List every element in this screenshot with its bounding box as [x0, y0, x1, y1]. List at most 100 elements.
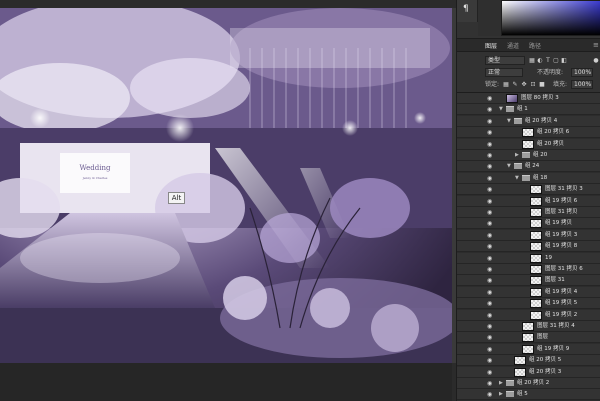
layer-row[interactable]: ◉ 组 19 拷贝 4 [457, 286, 600, 298]
visibility-eye-icon[interactable]: ◉ [487, 118, 495, 125]
visibility-eye-icon[interactable]: ◉ [487, 357, 495, 364]
smart-object-filter-icon[interactable]: ◧ [561, 57, 567, 64]
layer-row[interactable]: ◉ 图层 31 [457, 275, 600, 287]
layer-row[interactable]: ◉ ▼ 组 1 [457, 104, 600, 116]
collapse-arrow-icon[interactable]: ▼ [507, 163, 513, 170]
lock-all-icon[interactable]: ■ [539, 81, 545, 88]
layer-row[interactable]: ◉ 组 19 拷贝 3 [457, 229, 600, 241]
visibility-eye-icon[interactable]: ◉ [487, 255, 495, 262]
color-picker-field[interactable] [501, 0, 600, 36]
visibility-eye-icon[interactable]: ◉ [487, 380, 495, 387]
visibility-eye-icon[interactable]: ◉ [487, 243, 495, 250]
visibility-eye-icon[interactable]: ◉ [487, 323, 495, 330]
right-panels: ¶ 图层 通道 路径 ≡ 类型 ▦ ◐ T ▢ ◧ ● 正常 不透明度: 100… [456, 0, 600, 401]
layer-thumbnail [522, 333, 534, 343]
visibility-eye-icon[interactable]: ◉ [487, 129, 495, 136]
filter-kind-select[interactable]: 类型 [485, 56, 525, 65]
layer-row[interactable]: ◉ 图层 31 拷贝 6 [457, 264, 600, 275]
layer-name: 组 20 拷贝 4 [525, 117, 558, 124]
visibility-eye-icon[interactable]: ◉ [487, 95, 495, 102]
visibility-eye-icon[interactable]: ◉ [487, 232, 495, 239]
layer-row[interactable]: ◉ 组 19 拷贝 5 [457, 298, 600, 310]
layer-row[interactable]: ◉ ▼ 组 24 [457, 161, 600, 173]
layer-row[interactable]: ◉ 组 19 拷贝 [457, 218, 600, 230]
collapse-arrow-icon[interactable]: ▼ [499, 106, 505, 113]
visibility-eye-icon[interactable]: ◉ [487, 369, 495, 376]
lock-position-icon[interactable]: ✥ [521, 81, 527, 88]
visibility-eye-icon[interactable]: ◉ [487, 300, 495, 307]
document-canvas[interactable]: Wedding Jenny & Charles Alt [0, 8, 452, 363]
tab-channels[interactable]: 通道 [507, 41, 519, 52]
visibility-eye-icon[interactable]: ◉ [487, 220, 495, 227]
visibility-eye-icon[interactable]: ◉ [487, 106, 495, 113]
layer-row[interactable]: ◉ 图层 31 拷贝 4 [457, 321, 600, 332]
layer-row[interactable]: ◉ 组 20 拷贝 [457, 138, 600, 150]
lock-transparent-icon[interactable]: ▦ [503, 81, 509, 88]
paragraph-icon[interactable]: ¶ [463, 4, 472, 15]
layer-row[interactable]: ◉ 组 20 拷贝 3 [457, 366, 600, 378]
folder-icon [522, 174, 530, 181]
layer-row[interactable]: ◉ ▼ 组 18 [457, 172, 600, 184]
expand-arrow-icon[interactable]: ▶ [499, 391, 505, 398]
layer-row[interactable]: ◉ 组 19 拷贝 6 [457, 195, 600, 207]
visibility-eye-icon[interactable]: ◉ [487, 277, 495, 284]
visibility-eye-icon[interactable]: ◉ [487, 175, 495, 182]
layer-thumbnail [530, 253, 542, 263]
adjustment-filter-icon[interactable]: ◐ [537, 57, 543, 64]
visibility-eye-icon[interactable]: ◉ [487, 334, 495, 341]
panel-menu-icon[interactable]: ≡ [593, 41, 599, 49]
layer-name: 图层 31 拷贝 4 [537, 323, 575, 329]
blend-mode-select[interactable]: 正常 [485, 68, 523, 77]
layer-thumbnail [506, 94, 518, 103]
layer-row[interactable]: ◉ ▶ 组 20 拷贝 2 [457, 378, 600, 389]
visibility-eye-icon[interactable]: ◉ [487, 266, 495, 273]
visibility-eye-icon[interactable]: ◉ [487, 289, 495, 296]
layer-row[interactable]: ◉ 组 19 拷贝 8 [457, 241, 600, 253]
layer-name: 组 5 [517, 391, 528, 398]
layer-name: 组 19 拷贝 2 [545, 311, 578, 318]
layer-name: 图层 31 [545, 277, 565, 284]
shape-filter-icon[interactable]: ▢ [553, 57, 559, 64]
layer-thumbnail [530, 242, 542, 252]
layer-row[interactable]: ◉ 图层 31 拷贝 3 [457, 184, 600, 196]
type-filter-icon[interactable]: T [545, 57, 551, 64]
visibility-eye-icon[interactable]: ◉ [487, 312, 495, 319]
tab-paths[interactable]: 路径 [529, 41, 541, 52]
layer-name: 图层 31 拷贝 6 [545, 266, 583, 272]
layer-row[interactable]: ◉ 组 20 拷贝 6 [457, 127, 600, 139]
visibility-eye-icon[interactable]: ◉ [487, 163, 495, 170]
layer-row[interactable]: ◉ ▶ 组 20 [457, 150, 600, 161]
visibility-eye-icon[interactable]: ◉ [487, 141, 495, 148]
mini-toolbar[interactable]: ¶ [457, 0, 478, 22]
fill-input[interactable]: 100% [571, 80, 593, 89]
layer-name: 组 19 拷贝 6 [545, 197, 578, 204]
collapse-arrow-icon[interactable]: ▼ [515, 175, 521, 182]
layer-row[interactable]: ◉ 组 19 拷贝 2 [457, 309, 600, 321]
layer-row[interactable]: ◉ ▼ 组 20 拷贝 4 [457, 115, 600, 127]
visibility-eye-icon[interactable]: ◉ [487, 198, 495, 205]
expand-arrow-icon[interactable]: ▶ [499, 380, 505, 387]
layer-row[interactable]: ◉ ▶ 组 5 [457, 389, 600, 401]
visibility-eye-icon[interactable]: ◉ [487, 209, 495, 216]
layer-thumbnail [514, 367, 526, 377]
pixel-filter-icon[interactable]: ▦ [529, 57, 535, 64]
visibility-eye-icon[interactable]: ◉ [487, 152, 495, 159]
layer-row[interactable]: ◉ 图层 [457, 332, 600, 344]
layer-row[interactable]: ◉ 组 19 拷贝 9 [457, 343, 600, 355]
layer-thumbnail [530, 287, 542, 297]
layer-row[interactable]: ◉ 图层 31 拷贝 [457, 207, 600, 218]
layer-row[interactable]: ◉ 组 20 拷贝 5 [457, 355, 600, 367]
layer-row[interactable]: ◉ 19 [457, 252, 600, 264]
visibility-eye-icon[interactable]: ◉ [487, 346, 495, 353]
visibility-eye-icon[interactable]: ◉ [487, 186, 495, 193]
collapse-arrow-icon[interactable]: ▼ [507, 118, 513, 125]
tab-layers[interactable]: 图层 [485, 41, 497, 52]
opacity-input[interactable]: 100% [571, 68, 593, 77]
lock-image-icon[interactable]: ✎ [512, 81, 518, 88]
filter-toggle-icon[interactable]: ● [593, 57, 599, 64]
lock-artboard-icon[interactable]: ⊡ [530, 81, 536, 88]
layer-row[interactable]: ◉ 图层 80 拷贝 3 [457, 93, 600, 104]
expand-arrow-icon[interactable]: ▶ [515, 152, 521, 159]
layer-name: 组 19 拷贝 4 [545, 288, 578, 295]
visibility-eye-icon[interactable]: ◉ [487, 391, 495, 398]
